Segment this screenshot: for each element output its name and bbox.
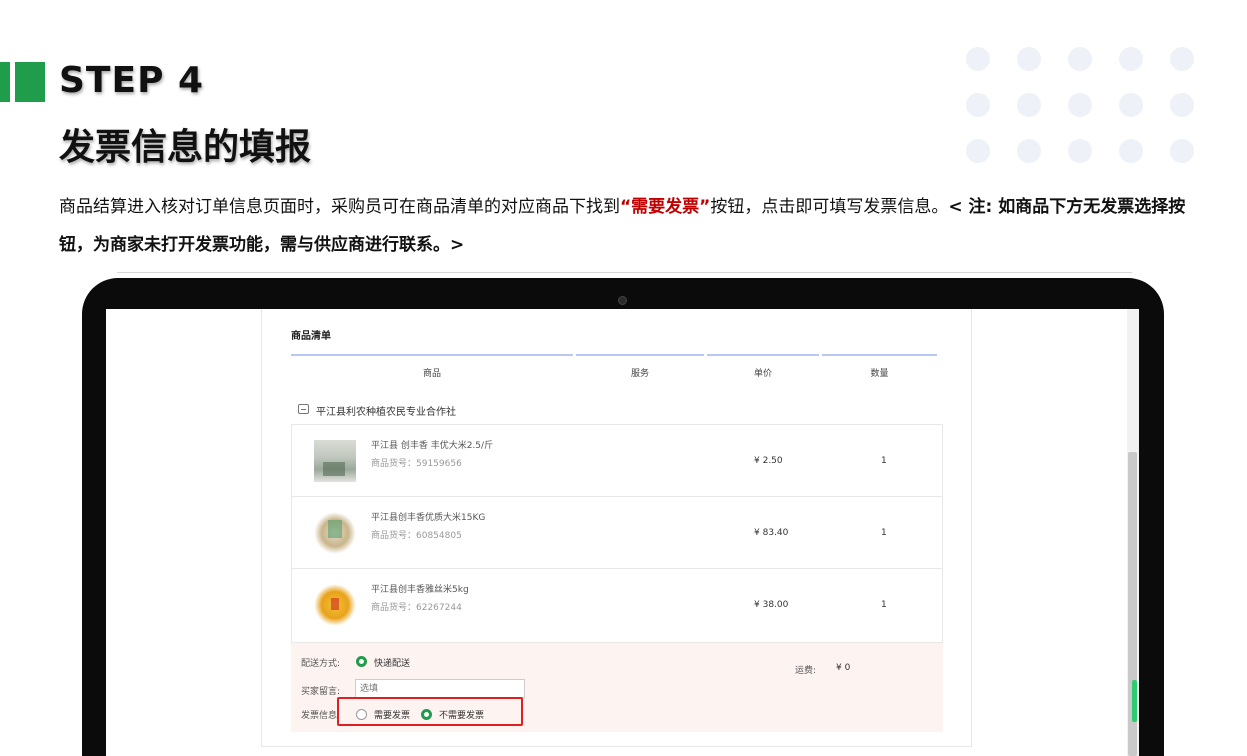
column-line-qty [822, 354, 937, 356]
description-text: 商品结算进入核对订单信息页面时，采购员可在商品清单的对应商品下找到 [59, 197, 620, 217]
shop-name[interactable]: 平江县利农种植农民专业合作社 [316, 403, 456, 418]
divider [117, 272, 1132, 273]
product-image[interactable] [314, 512, 356, 554]
product-code: 商品货号：62267244 [371, 603, 462, 613]
column-header-service: 服务 [630, 369, 649, 379]
section-title: 商品清单 [291, 331, 331, 342]
accent-bar-small [0, 62, 10, 102]
description: 商品结算进入核对订单信息页面时，采购员可在商品清单的对应商品下找到“需要发票”按… [59, 188, 1209, 264]
product-image[interactable] [314, 440, 356, 482]
product-code: 商品货号：60854805 [371, 531, 462, 541]
scroll-indicator [1132, 680, 1137, 722]
page-title: 发票信息的填报 [59, 127, 312, 168]
product-qty: 1 [881, 456, 887, 466]
shop-icon [298, 404, 309, 414]
remark-label: 买家留言: [301, 687, 341, 697]
shipping-label: 运费: [795, 666, 817, 676]
column-line-service [576, 354, 704, 356]
accent-bars [0, 62, 45, 102]
accent-bar-large [15, 62, 45, 102]
product-price: ¥ 83.40 [754, 528, 789, 538]
column-line-price [707, 354, 819, 356]
description-text-2: 按钮，点击即可填写发票信息。 [710, 197, 949, 217]
table-row: 平江县创丰香雅丝米5kg 商品货号：62267244 ¥ 38.00 1 [292, 569, 942, 642]
product-price: ¥ 38.00 [754, 600, 789, 610]
remark-input[interactable] [355, 679, 525, 698]
invoice-highlight-box [337, 697, 523, 726]
product-name[interactable]: 平江县创丰香优质大米15KG [371, 510, 485, 523]
table-row: 平江县创丰香优质大米15KG 商品货号：60854805 ¥ 83.40 1 [292, 497, 942, 569]
table-row: 平江县 创丰香 丰优大米2.5/斤 商品货号：59159656 ¥ 2.50 1 [292, 425, 942, 497]
column-header-product: 商品 [422, 369, 441, 379]
product-qty: 1 [881, 528, 887, 538]
delivery-label: 配送方式: [301, 659, 341, 669]
delivery-option: 快递配送 [374, 659, 411, 669]
product-name[interactable]: 平江县 创丰香 丰优大米2.5/斤 [371, 438, 493, 451]
product-price: ¥ 2.50 [754, 456, 783, 466]
invoice-label: 发票信息: [301, 711, 341, 721]
camera-icon [618, 296, 627, 305]
delivery-radio-express[interactable] [356, 656, 367, 667]
description-highlight: “需要发票” [620, 197, 711, 217]
product-list: 平江县 创丰香 丰优大米2.5/斤 商品货号：59159656 ¥ 2.50 1… [291, 424, 943, 643]
column-header-qty: 数量 [870, 369, 889, 379]
column-header-price: 单价 [753, 369, 772, 379]
step-title: STEP 4 [59, 60, 205, 101]
decorative-dot-grid [966, 47, 1194, 163]
product-image[interactable] [314, 584, 356, 626]
product-code: 商品货号：59159656 [371, 459, 462, 469]
product-qty: 1 [881, 600, 887, 610]
shipping-value: ¥ 0 [836, 663, 851, 673]
product-name[interactable]: 平江县创丰香雅丝米5kg [371, 582, 469, 595]
column-line-product [291, 354, 573, 356]
